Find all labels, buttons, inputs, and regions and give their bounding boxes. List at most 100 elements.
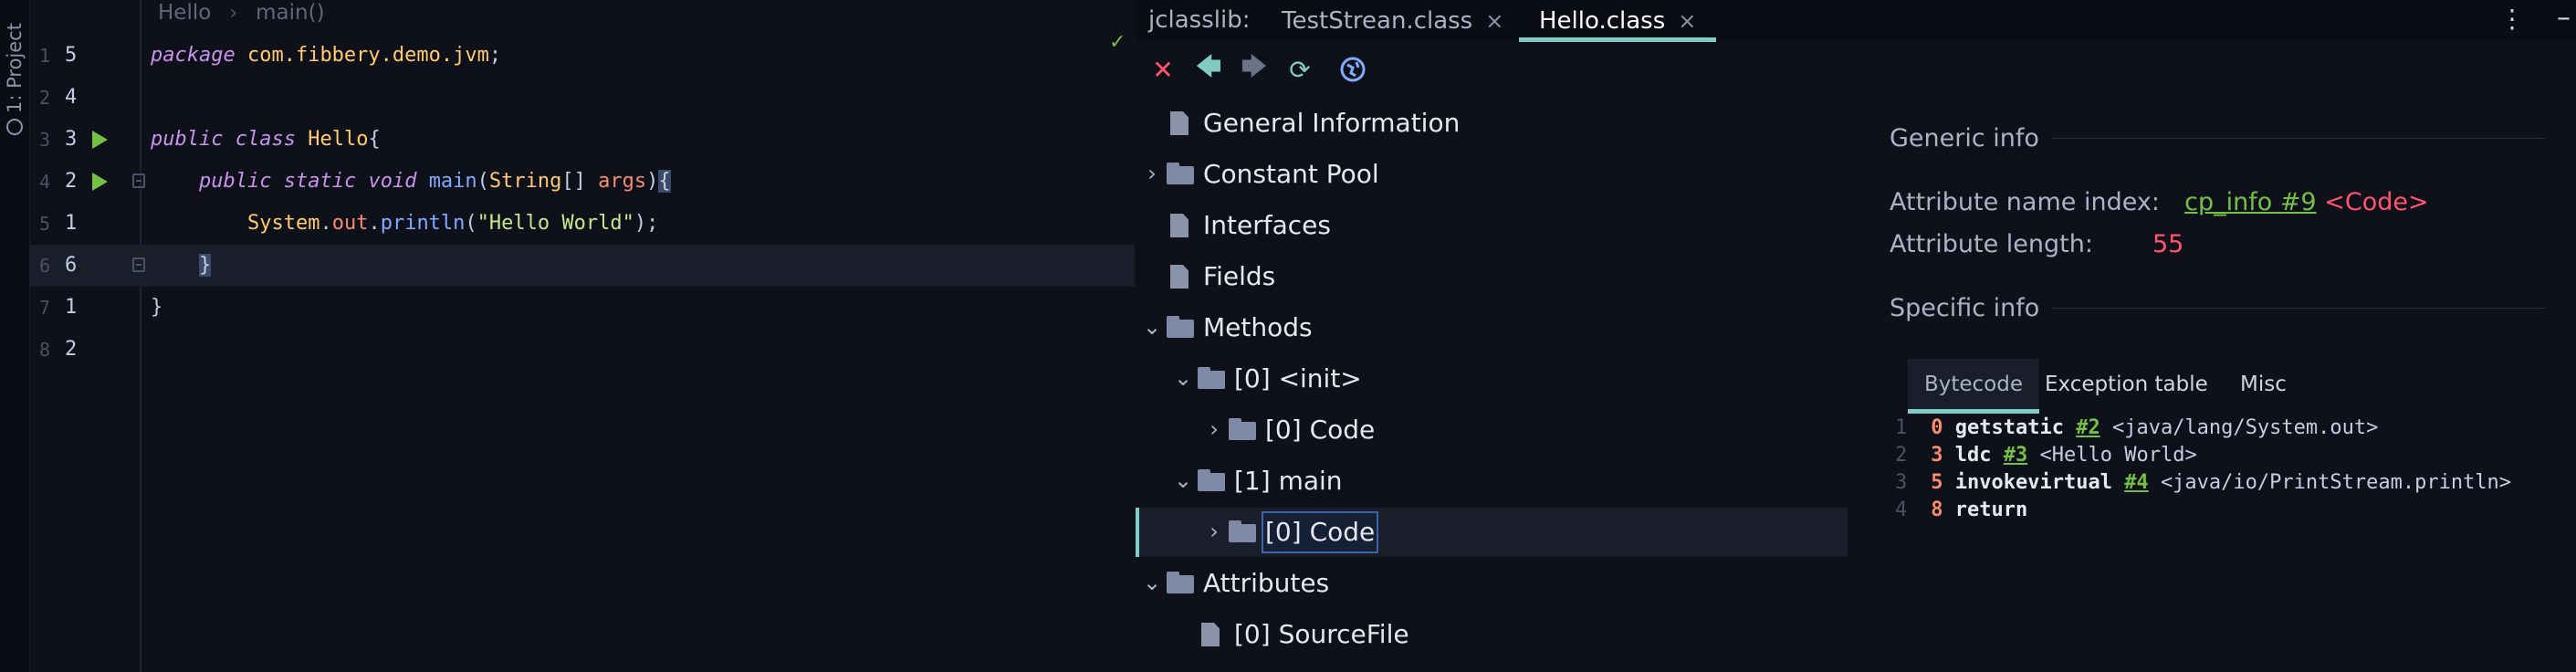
tab-teststrean-class[interactable]: TestStrean.class × <box>1282 0 1503 42</box>
file-icon <box>1170 265 1189 289</box>
constant-pool-link[interactable]: #4 <box>2124 471 2149 494</box>
minimize-icon[interactable]: – <box>2557 0 2571 37</box>
tab-misc[interactable]: Misc <box>2240 359 2287 410</box>
bytecode-line[interactable]: 1 0 getstatic #2 <java/lang/System.out> <box>1890 415 2378 442</box>
relative-line-number: 2 <box>39 87 51 109</box>
tree-item-init-code[interactable]: › [0] Code <box>1136 405 1848 455</box>
tree-item-constant-pool[interactable]: › Constant Pool <box>1136 150 1848 199</box>
class-structure-tree: General Information › Constant Pool Inte… <box>1136 99 1848 672</box>
line-number: 3 <box>65 128 78 151</box>
more-options-icon[interactable]: ⋮ <box>2499 5 2525 33</box>
panel-title: jclasslib: <box>1148 6 1251 34</box>
attribute-length-value: 55 <box>2152 230 2184 258</box>
tree-item-method-main[interactable]: ⌄ [1] main <box>1136 457 1848 506</box>
code-text: public class Hello{ <box>151 128 381 151</box>
section-title: Generic info <box>1890 124 2039 152</box>
code-editor[interactable]: Hello › main() ✓ 1 5 package com.fibbery… <box>30 0 1135 672</box>
tab-hello-class[interactable]: Hello.class × <box>1519 0 1717 42</box>
code-line[interactable]: 3 3 public class Hello{ <box>30 119 1135 161</box>
attribute-length-label: Attribute length: <box>1890 230 2093 258</box>
tree-item-fields[interactable]: Fields <box>1136 252 1848 301</box>
close-icon[interactable]: ✕ <box>1148 55 1178 85</box>
tab-exception-table[interactable]: Exception table <box>2045 359 2208 410</box>
tab-bytecode[interactable]: Bytecode <box>1908 359 2040 414</box>
collapse-chevron-icon[interactable]: ⌄ <box>1143 570 1161 595</box>
constant-pool-link[interactable]: #2 <box>2076 416 2100 439</box>
bytecode-comment: <java/io/PrintStream.println> <box>2160 471 2512 494</box>
tree-item-label: [0] SourceFile <box>1234 619 1409 649</box>
project-tool-strip: 1: Project <box>0 0 30 672</box>
code-line[interactable]: 4 2 public static void main(String[] arg… <box>30 161 1135 203</box>
fold-icon[interactable] <box>132 257 145 272</box>
tab-label: Bytecode <box>1924 373 2024 396</box>
tree-item-general-information[interactable]: General Information <box>1136 99 1848 148</box>
code-line[interactable]: 7 1 } <box>30 287 1135 329</box>
tree-item-main-code[interactable]: › [0] Code <box>1136 508 1848 557</box>
line-number: 1 <box>65 212 78 235</box>
breadcrumb-item-method[interactable]: main() <box>256 1 324 25</box>
code-line[interactable]: 1 5 package com.fibbery.demo.jvm; <box>30 35 1135 77</box>
splitter[interactable] <box>1848 99 1890 672</box>
code-line[interactable]: 2 4 <box>30 77 1135 119</box>
expand-chevron-icon[interactable]: › <box>1143 161 1161 186</box>
code-line[interactable]: 8 2 <box>30 329 1135 371</box>
constant-pool-link[interactable]: #3 <box>2004 444 2028 467</box>
cp-info-link[interactable]: cp_info #9 <box>2184 188 2317 216</box>
tree-item-interfaces[interactable]: Interfaces <box>1136 201 1848 250</box>
tree-item-label: General Information <box>1203 108 1461 138</box>
active-tab-indicator <box>1908 409 2040 414</box>
web-icon[interactable] <box>1338 55 1367 84</box>
bytecode-line[interactable]: 2 3 ldc #3 <Hello World> <box>1890 442 2197 469</box>
code-line-current[interactable]: 6 6 } <box>30 245 1135 287</box>
project-tool-button[interactable]: 1: Project <box>2 7 27 135</box>
bytecode-line[interactable]: 3 5 invokevirtual #4 <java/io/PrintStrea… <box>1890 469 2511 497</box>
tree-item-attributes[interactable]: ⌄ Attributes <box>1136 559 1848 608</box>
tree-item-label: Attributes <box>1203 568 1330 598</box>
detail-pane: Generic info Attribute name index: cp_in… <box>1890 99 2576 672</box>
line-number: 6 <box>65 254 78 277</box>
section-divider <box>2052 308 2546 309</box>
line-number: 2 <box>65 338 78 361</box>
relative-line-number: 4 <box>39 171 51 193</box>
bytecode-line-number: 1 <box>1895 416 1908 439</box>
run-icon[interactable] <box>92 131 108 149</box>
close-tab-icon[interactable]: × <box>1678 8 1696 34</box>
run-icon[interactable] <box>92 173 108 191</box>
forward-arrow-icon[interactable]: 🡆 <box>1240 51 1269 84</box>
bytecode-opcode: invokevirtual <box>1954 471 2112 494</box>
bytecode-line[interactable]: 4 8 return <box>1890 497 2027 524</box>
tree-item-label: Constant Pool <box>1203 159 1379 189</box>
relative-line-number: 3 <box>39 129 51 151</box>
bytecode-line-number: 2 <box>1895 444 1908 467</box>
expand-chevron-icon[interactable]: › <box>1205 519 1223 544</box>
bytecode-offset: 3 <box>1931 444 1943 467</box>
collapse-chevron-icon[interactable]: ⌄ <box>1143 314 1161 340</box>
breadcrumb-item-class[interactable]: Hello <box>158 1 211 25</box>
tab-label: Hello.class <box>1539 7 1666 35</box>
code-text: } <box>151 296 163 319</box>
section-title: Specific info <box>1890 294 2040 322</box>
refresh-icon[interactable]: ⟳ <box>1285 55 1314 85</box>
attribute-name-row: Attribute name index: cp_info #9 <Code> <box>1890 188 2429 216</box>
attribute-name-value: <Code> <box>2324 188 2429 216</box>
back-arrow-icon[interactable]: 🡄 <box>1194 51 1223 84</box>
active-tab-indicator <box>1519 37 1717 42</box>
tab-label: TestStrean.class <box>1282 7 1473 35</box>
code-line[interactable]: 5 1 System.out.println("Hello World"); <box>30 203 1135 245</box>
relative-line-number: 1 <box>39 45 51 67</box>
tree-item-label: Methods <box>1203 312 1313 342</box>
section-divider <box>2051 138 2545 139</box>
close-tab-icon[interactable]: × <box>1485 8 1503 34</box>
collapse-chevron-icon[interactable]: ⌄ <box>1174 467 1192 493</box>
collapse-chevron-icon[interactable]: ⌄ <box>1174 365 1192 391</box>
tree-item-methods[interactable]: ⌄ Methods <box>1136 303 1848 352</box>
bytecode-offset: 5 <box>1931 471 1943 494</box>
file-icon <box>1170 111 1189 135</box>
bytecode-offset: 0 <box>1931 416 1943 439</box>
expand-chevron-icon[interactable]: › <box>1205 416 1223 442</box>
tree-item-sourcefile[interactable]: [0] SourceFile <box>1136 610 1848 659</box>
generic-info-section: Generic info <box>1890 124 2545 152</box>
file-icon <box>1201 623 1220 646</box>
tree-item-method-init[interactable]: ⌄ [0] <init> <box>1136 354 1848 404</box>
fold-icon[interactable] <box>132 173 145 188</box>
